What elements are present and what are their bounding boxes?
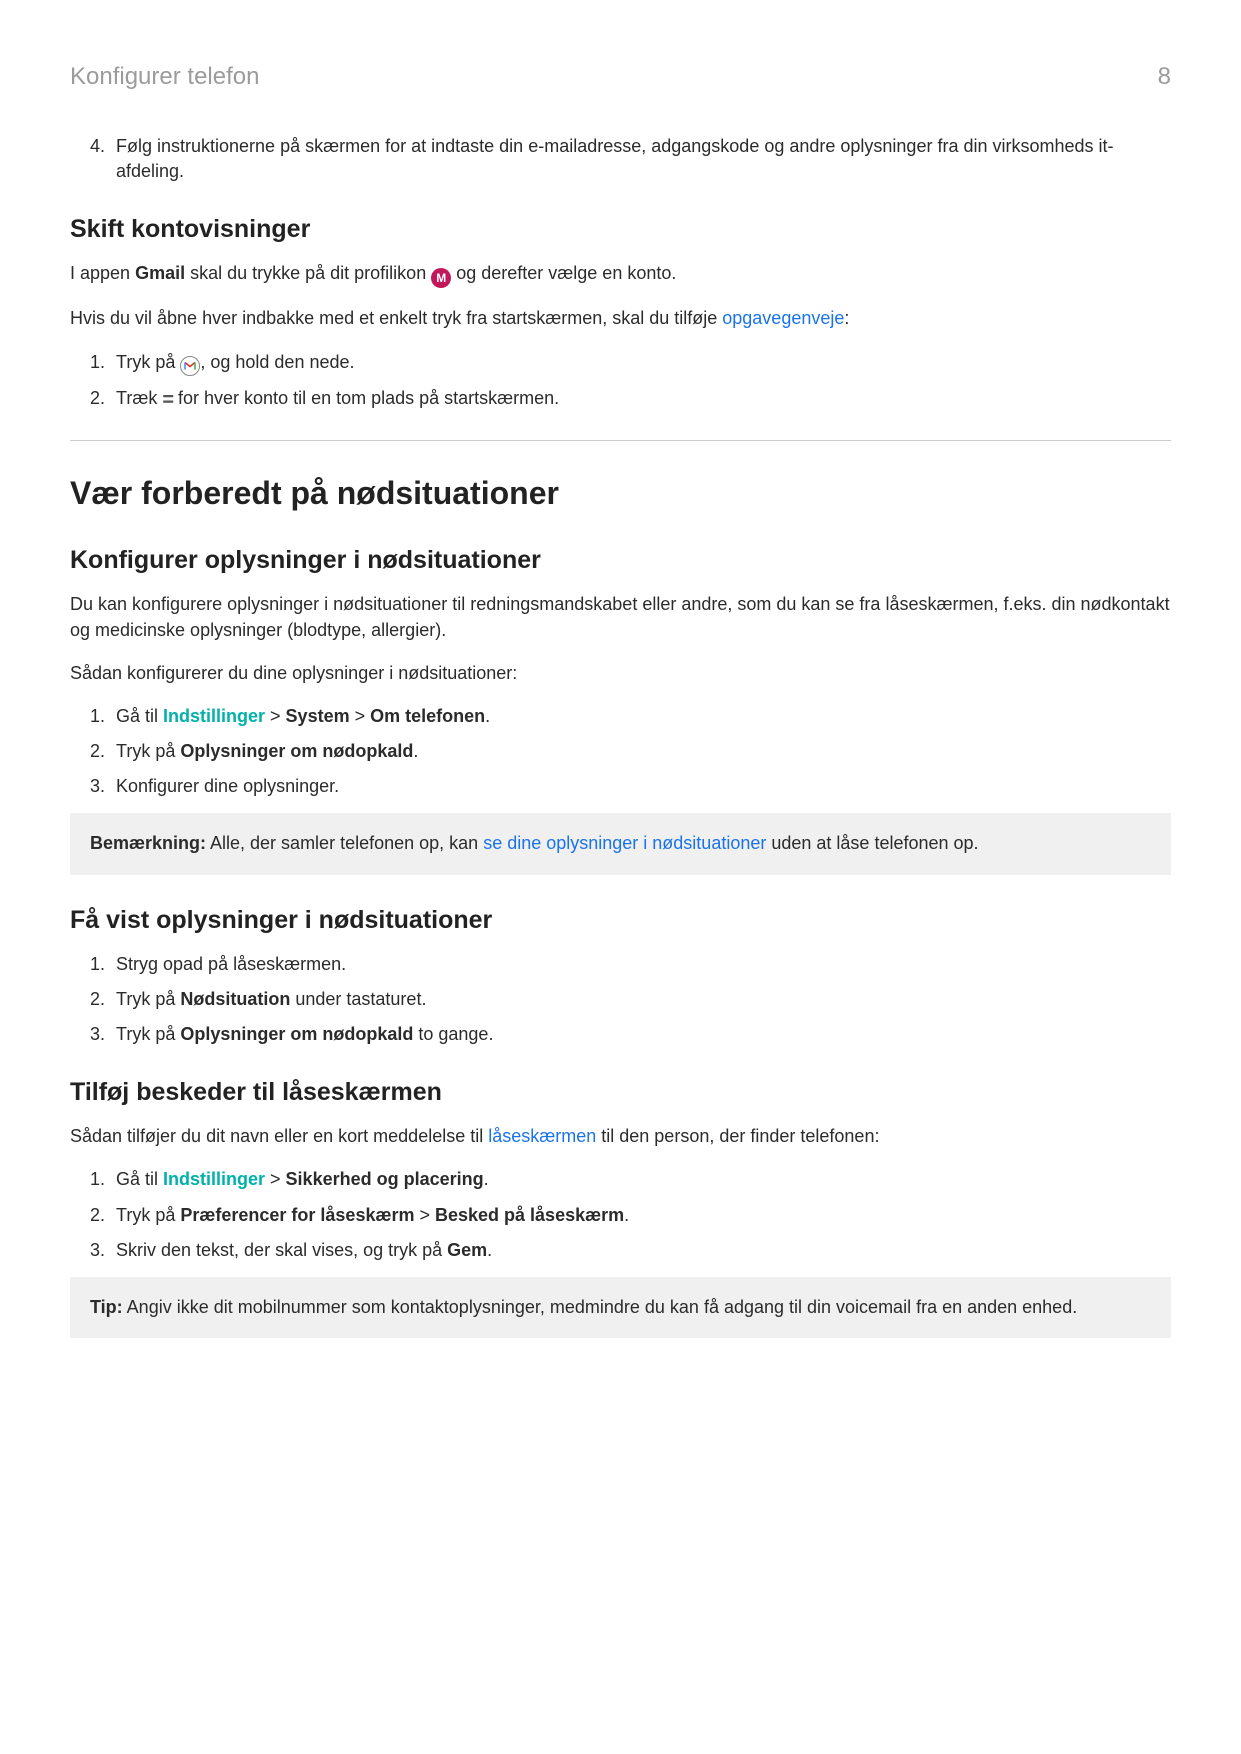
list-shortcuts-item-1: Tryk på , og hold den nede.: [110, 350, 1171, 376]
list-view-emergency: Stryg opad på låseskærmen. Tryk på Nødsi…: [70, 952, 1171, 1048]
heading-configure-emergency: Konfigurer oplysninger i nødsituationer: [70, 543, 1171, 578]
link-laaseskærmen[interactable]: låseskærmen: [488, 1126, 596, 1146]
gmail-m-outline-icon: [180, 356, 200, 376]
para-gmail-profile: I appen Gmail skal du trykke på dit prof…: [70, 261, 1171, 288]
drag-handle-icon: =: [162, 386, 173, 414]
manual-page: Konfigurer telefon 8 Følg instruktionern…: [0, 0, 1241, 1754]
running-header: Konfigurer telefon 8: [70, 60, 1171, 94]
para-lockscreen-intro: Sådan tilføjer du dit navn eller en kort…: [70, 1124, 1171, 1149]
profile-m-icon: M: [431, 268, 451, 288]
link-see-emergency-info[interactable]: se dine oplysninger i nødsituationer: [483, 833, 766, 853]
list-shortcuts: Tryk på , og hold den nede. Træk = for h…: [70, 350, 1171, 414]
list-configure-emergency: Gå til Indstillinger > System > Om telef…: [70, 704, 1171, 800]
link-indstillinger-2[interactable]: Indstillinger: [163, 1169, 265, 1189]
lock-step-3: Skriv den tekst, der skal vises, og tryk…: [110, 1238, 1171, 1263]
para-emergency-intro: Du kan konfigurere oplysninger i nødsitu…: [70, 592, 1171, 642]
list-lockscreen: Gå til Indstillinger > Sikkerhed og plac…: [70, 1167, 1171, 1263]
emerg-step-3: Konfigurer dine oplysninger.: [110, 774, 1171, 799]
lock-step-2: Tryk på Præferencer for låseskærm > Besk…: [110, 1203, 1171, 1228]
list-shortcuts-item-2: Træk = for hver konto til en tom plads p…: [110, 386, 1171, 414]
heading-skift-kontovisninger: Skift kontovisninger: [70, 212, 1171, 247]
header-title: Konfigurer telefon: [70, 60, 259, 94]
note-emergency-visible: Bemærkning: Alle, der samler telefonen o…: [70, 813, 1171, 874]
section-divider: [70, 440, 1171, 441]
page-number: 8: [1158, 60, 1171, 94]
view-step-3: Tryk på Oplysninger om nødopkald to gang…: [110, 1022, 1171, 1047]
emerg-step-1: Gå til Indstillinger > System > Om telef…: [110, 704, 1171, 729]
link-opgavegenveje[interactable]: opgavegenveje: [722, 308, 844, 328]
link-indstillinger-1[interactable]: Indstillinger: [163, 706, 265, 726]
view-step-2: Tryk på Nødsituation under tastaturet.: [110, 987, 1171, 1012]
heading-view-emergency: Få vist oplysninger i nødsituationer: [70, 903, 1171, 938]
tip-no-mobile-number: Tip: Angiv ikke dit mobilnummer som kont…: [70, 1277, 1171, 1338]
view-step-1: Stryg opad på låseskærmen.: [110, 952, 1171, 977]
para-add-shortcut: Hvis du vil åbne hver indbakke med et en…: [70, 306, 1171, 331]
lock-step-1: Gå til Indstillinger > Sikkerhed og plac…: [110, 1167, 1171, 1192]
step-4: Følg instruktionerne på skærmen for at i…: [110, 134, 1171, 184]
heading-emergency-main: Vær forberedt på nødsituationer: [70, 471, 1171, 516]
heading-lockscreen-msg: Tilføj beskeder til låseskærmen: [70, 1075, 1171, 1110]
para-emergency-howto: Sådan konfigurerer du dine oplysninger i…: [70, 661, 1171, 686]
emerg-step-2: Tryk på Oplysninger om nødopkald.: [110, 739, 1171, 764]
continued-list: Følg instruktionerne på skærmen for at i…: [70, 134, 1171, 184]
